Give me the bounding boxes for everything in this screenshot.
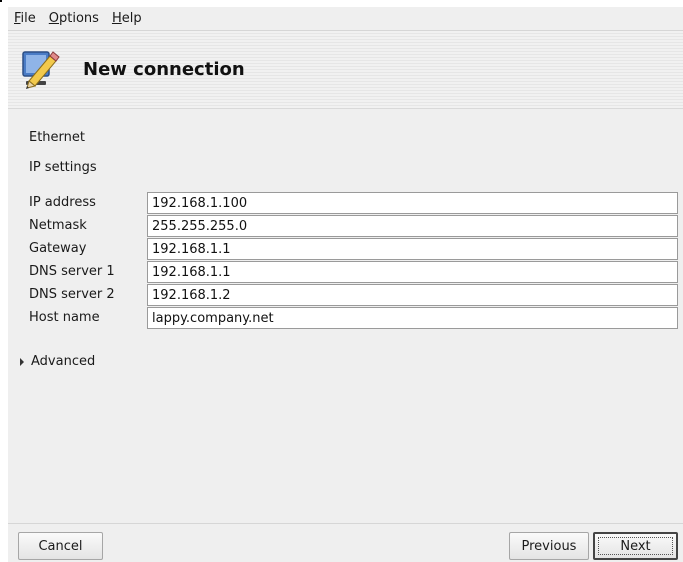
menu-bar: File Options Help: [8, 7, 683, 31]
pencil-monitor-icon: [22, 50, 60, 89]
advanced-expander[interactable]: Advanced: [20, 354, 95, 369]
advanced-label: Advanced: [31, 354, 96, 369]
next-button[interactable]: Next: [593, 532, 678, 560]
menu-help[interactable]: Help: [110, 10, 144, 27]
host-name-input[interactable]: [147, 307, 678, 329]
dns-server-1-input[interactable]: [147, 261, 678, 283]
ip-address-row: IP address: [29, 192, 679, 214]
form-area: Ethernet IP settings IP address Netmask …: [8, 108, 683, 526]
gateway-row: Gateway: [29, 238, 679, 260]
gateway-label: Gateway: [29, 241, 87, 256]
wizard-window: File Options Help New connection Etherne…: [8, 7, 683, 562]
gateway-input[interactable]: [147, 238, 678, 260]
dns-server-2-row: DNS server 2: [29, 284, 679, 306]
netmask-row: Netmask: [29, 215, 679, 237]
dns-server-1-label: DNS server 1: [29, 264, 115, 279]
dns-server-2-input[interactable]: [147, 284, 678, 306]
page-title: New connection: [83, 59, 245, 80]
corner-artifact: [0, 0, 2, 2]
menu-file[interactable]: File: [12, 10, 38, 27]
cancel-button[interactable]: Cancel: [18, 532, 103, 560]
header-banner: New connection: [8, 31, 683, 109]
dns-server-2-label: DNS server 2: [29, 287, 115, 302]
button-bar: Cancel Previous Next: [8, 523, 683, 562]
ip-address-label: IP address: [29, 195, 96, 210]
netmask-input[interactable]: [147, 215, 678, 237]
host-name-label: Host name: [29, 310, 100, 325]
previous-button[interactable]: Previous: [509, 532, 589, 560]
dns-server-1-row: DNS server 1: [29, 261, 679, 283]
netmask-label: Netmask: [29, 218, 87, 233]
expand-arrow-icon: [20, 357, 24, 366]
section-title: IP settings: [29, 160, 97, 175]
next-button-label: Next: [598, 537, 673, 555]
host-name-row: Host name: [29, 307, 679, 329]
connection-type-label: Ethernet: [29, 130, 85, 145]
ip-address-input[interactable]: [147, 192, 678, 214]
menu-options[interactable]: Options: [47, 10, 101, 27]
